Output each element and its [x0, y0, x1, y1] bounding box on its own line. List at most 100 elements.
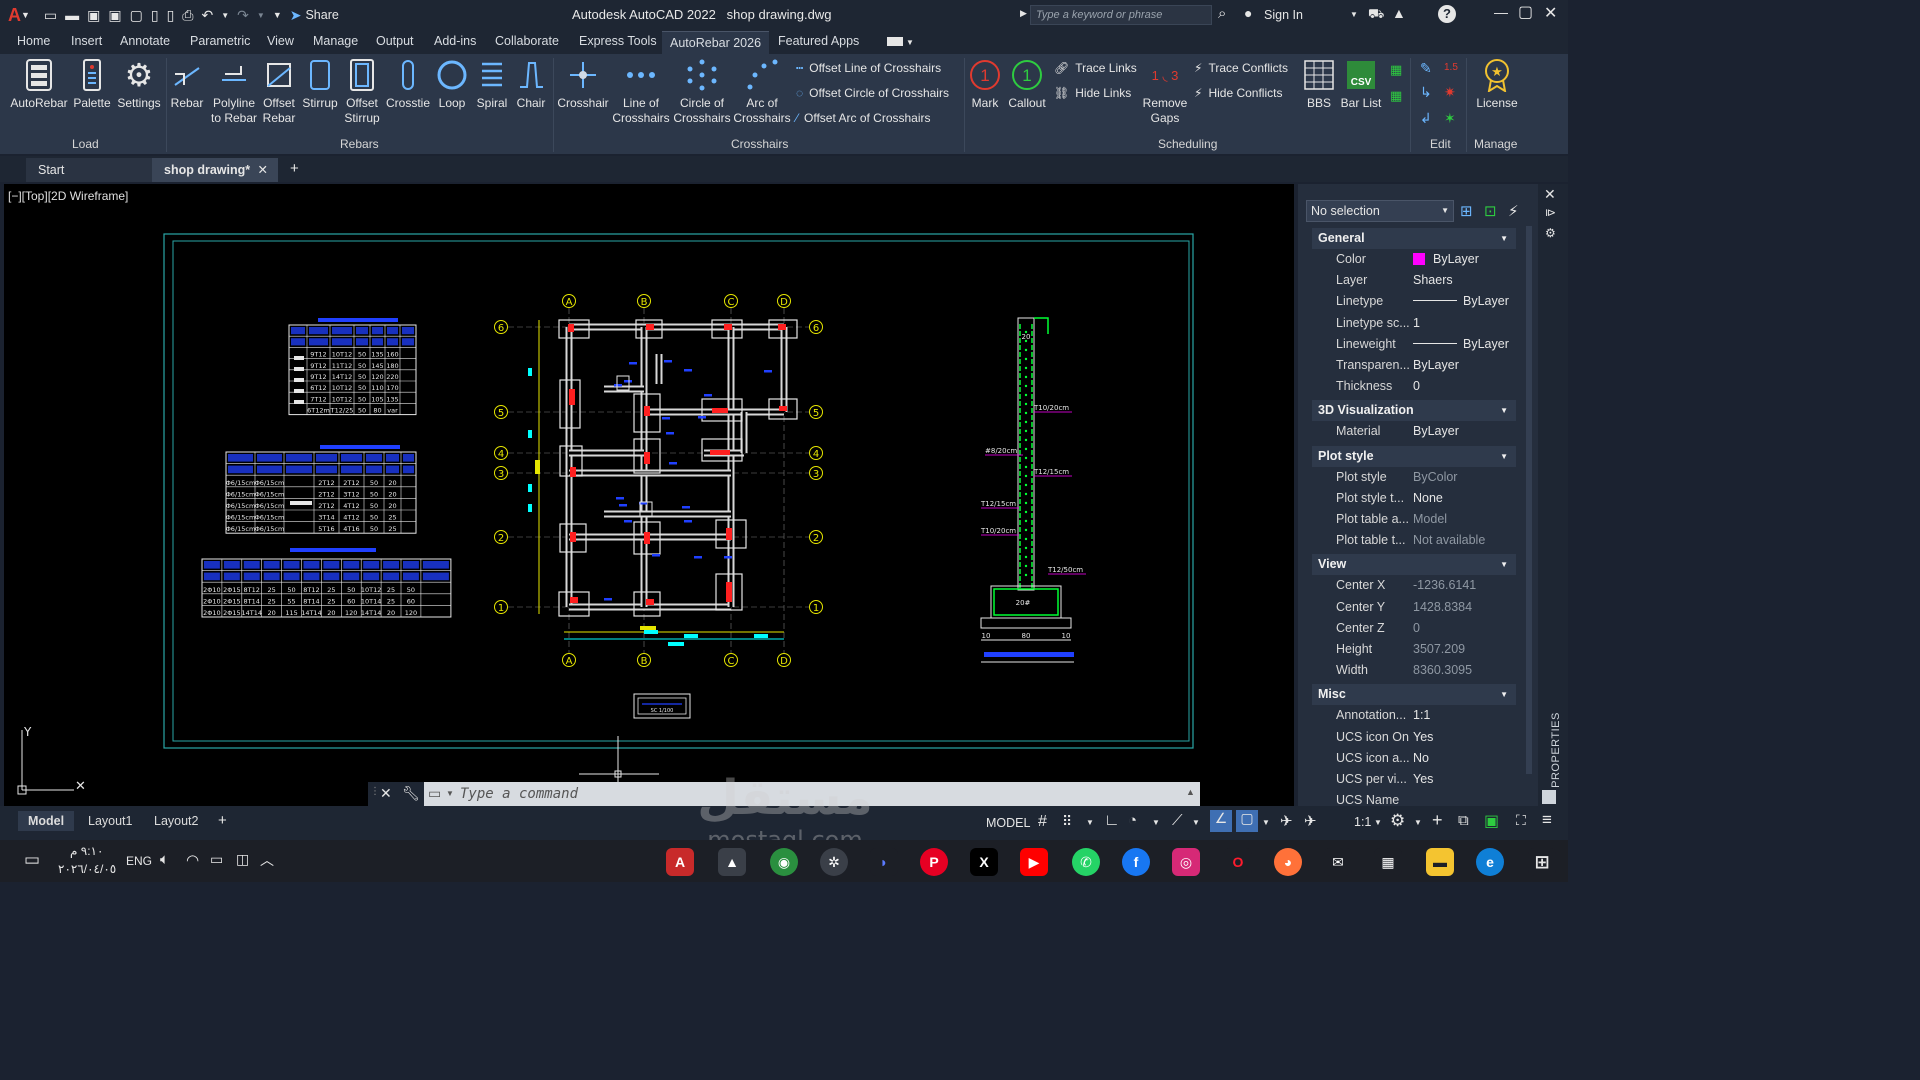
- publish-icon[interactable]: ▯: [151, 7, 159, 24]
- chatgpt-taskbar-icon[interactable]: ✲: [820, 848, 848, 876]
- tab-insert[interactable]: Insert: [71, 34, 102, 48]
- edit-explode-icon[interactable]: ✷: [1444, 84, 1456, 101]
- offset-arc-of-crosshairs-button[interactable]: ⁄ Offset Arc of Crosshairs: [796, 111, 931, 125]
- clock-date[interactable]: ٢٠٢٦/٠٤/٠٥: [58, 862, 116, 876]
- close-tab-icon[interactable]: ✕: [258, 158, 268, 182]
- wifi-icon[interactable]: ◠: [186, 851, 199, 869]
- wrench-icon[interactable]: 🔧︎: [402, 785, 420, 802]
- print-icon[interactable]: ⎙: [182, 7, 193, 24]
- crosstie-button[interactable]: Crosstie: [384, 58, 432, 111]
- ortho-icon[interactable]: ∟: [1104, 812, 1120, 830]
- app-menu-chevron-icon[interactable]: ▼: [21, 10, 30, 20]
- snap-icon[interactable]: ⠿: [1062, 813, 1072, 830]
- grid-icon[interactable]: #: [1038, 813, 1047, 831]
- selection-dropdown[interactable]: No selection ▼: [1306, 200, 1454, 222]
- hide-conflicts-button[interactable]: ⚡ Hide Conflicts: [1194, 86, 1282, 100]
- tray-expand-icon[interactable]: ︿: [260, 850, 274, 870]
- tab-collaborate[interactable]: Collaborate: [495, 34, 559, 48]
- collapse-chevron-icon[interactable]: ▼: [1500, 554, 1508, 575]
- select-objects-icon[interactable]: ⊡: [1484, 202, 1497, 220]
- save-icon[interactable]: ▣: [87, 7, 100, 24]
- workspace-dropdown-icon[interactable]: ▼: [1414, 818, 1422, 827]
- share-button[interactable]: Share: [305, 8, 338, 22]
- polar-icon[interactable]: ◔: [1128, 812, 1137, 829]
- circle-of-crosshairs-button[interactable]: Circle of Crosshairs: [672, 58, 732, 126]
- properties-section-2[interactable]: Plot style ▼: [1312, 445, 1516, 467]
- sign-in-dropdown-icon[interactable]: ▼: [1350, 10, 1358, 19]
- store-taskbar-icon[interactable]: ▦: [1374, 848, 1402, 876]
- trace-links-button[interactable]: 🔗︎ Trace Links: [1054, 61, 1137, 75]
- property-row[interactable]: Plot style ByColor: [1312, 467, 1516, 488]
- schedule-option-icon[interactable]: ▦: [1390, 62, 1402, 78]
- sign-in-button[interactable]: Sign In: [1264, 8, 1303, 22]
- hardware-accel-icon[interactable]: ▣: [1484, 811, 1499, 831]
- property-row[interactable]: UCS per vi... Yes: [1312, 769, 1516, 790]
- edit-number-icon[interactable]: 1.5: [1444, 62, 1458, 73]
- tab-add-ins[interactable]: Add-ins: [434, 34, 476, 48]
- schedule-option-2-icon[interactable]: ▦: [1390, 88, 1402, 104]
- property-row[interactable]: Linetype sc... 1: [1312, 313, 1516, 334]
- property-row[interactable]: UCS icon On Yes: [1312, 727, 1516, 748]
- instagram-taskbar-icon[interactable]: ◎: [1172, 848, 1200, 876]
- command-input[interactable]: Type a command: [460, 786, 578, 802]
- mark-button[interactable]: 1 Mark: [966, 58, 1004, 111]
- chrome-taskbar-icon[interactable]: ◉: [770, 848, 798, 876]
- property-row[interactable]: Center Y 1428.8384: [1312, 597, 1516, 618]
- photos-taskbar-icon[interactable]: ▲: [718, 848, 746, 876]
- settings-button[interactable]: ⚙ Settings: [114, 58, 164, 111]
- user-icon[interactable]: ●: [1244, 5, 1252, 21]
- add-annotation-icon[interactable]: +: [1432, 810, 1443, 831]
- property-row[interactable]: Center X -1236.6141: [1312, 575, 1516, 596]
- palette-button[interactable]: Palette: [70, 58, 114, 111]
- property-row[interactable]: Linetype ByLayer: [1312, 291, 1516, 312]
- collapse-chevron-icon[interactable]: ▼: [1500, 400, 1508, 421]
- tab-autorebar-2026[interactable]: AutoRebar 2026: [662, 31, 770, 54]
- search-input[interactable]: Type a keyword or phrase: [1030, 5, 1212, 25]
- edit-move-icon[interactable]: ↳: [1420, 84, 1432, 101]
- property-row[interactable]: Plot table a... Model: [1312, 509, 1516, 530]
- annotation-scale[interactable]: 1:1: [1354, 815, 1371, 829]
- offset-stirrup-button[interactable]: Offset Stirrup: [340, 58, 384, 126]
- tab-view[interactable]: View: [267, 34, 294, 48]
- help-icon[interactable]: ?: [1438, 5, 1456, 23]
- crosshair-button[interactable]: Crosshair: [556, 58, 610, 111]
- edit-pencil-icon[interactable]: ✎: [1420, 60, 1432, 77]
- grip-icon[interactable]: ⋮: [370, 786, 380, 797]
- search-expand-icon[interactable]: ▶: [1020, 8, 1027, 19]
- property-row[interactable]: Plot style t... None: [1312, 488, 1516, 509]
- viewport-controls[interactable]: [−][Top][2D Wireframe]: [8, 189, 128, 203]
- properties-section-0[interactable]: General ▼: [1312, 228, 1516, 249]
- property-row[interactable]: Center Z 0: [1312, 618, 1516, 639]
- property-row[interactable]: UCS icon a... No: [1312, 748, 1516, 769]
- command-history-icon[interactable]: ▭: [428, 785, 441, 802]
- minimize-icon[interactable]: —: [1494, 4, 1508, 20]
- workspace-gear-icon[interactable]: ⚙: [1390, 811, 1405, 831]
- volume-icon[interactable]: 🔈︎: [160, 851, 169, 868]
- firefox-taskbar-icon[interactable]: ◕: [1274, 848, 1302, 876]
- line-of-crosshairs-button[interactable]: Line of Crosshairs: [612, 58, 670, 126]
- open-folder-icon[interactable]: ▬: [65, 7, 79, 23]
- battery-icon[interactable]: ▭: [210, 851, 223, 868]
- file-explorer-taskbar-icon[interactable]: ▬: [1426, 848, 1454, 876]
- ribbon-toggle-dropdown-icon[interactable]: ▼: [906, 38, 914, 47]
- x-taskbar-icon[interactable]: X: [970, 848, 998, 876]
- customize-qat-icon[interactable]: ▼: [273, 10, 282, 20]
- chair-button[interactable]: Chair: [512, 58, 550, 111]
- isodraft-icon[interactable]: ⟋: [1172, 812, 1183, 829]
- autocad-logo-icon[interactable]: A: [8, 5, 21, 26]
- ribbon-toggle-icon[interactable]: [887, 37, 903, 46]
- save-as-icon[interactable]: ▣: [108, 7, 121, 24]
- osnap-dropdown-icon[interactable]: ▼: [1262, 818, 1270, 827]
- property-row[interactable]: Annotation... 1:1: [1312, 705, 1516, 726]
- autodesk-app-icon[interactable]: ▲: [1392, 5, 1406, 21]
- edge-taskbar-icon[interactable]: e: [1476, 848, 1504, 876]
- annotation-scale-dropdown-icon[interactable]: ▼: [1374, 818, 1382, 827]
- polyline-to-rebar-button[interactable]: Polyline to Rebar: [208, 58, 260, 126]
- youtube-taskbar-icon[interactable]: ▶: [1020, 848, 1048, 876]
- model-tab[interactable]: Model: [18, 811, 75, 831]
- add-layout-icon[interactable]: +: [218, 812, 227, 829]
- autoscale-icon[interactable]: ✈: [1304, 812, 1317, 830]
- close-command-icon[interactable]: ✕: [380, 785, 392, 802]
- customization-menu-icon[interactable]: ≡: [1542, 810, 1552, 830]
- tab-manage[interactable]: Manage: [313, 34, 358, 48]
